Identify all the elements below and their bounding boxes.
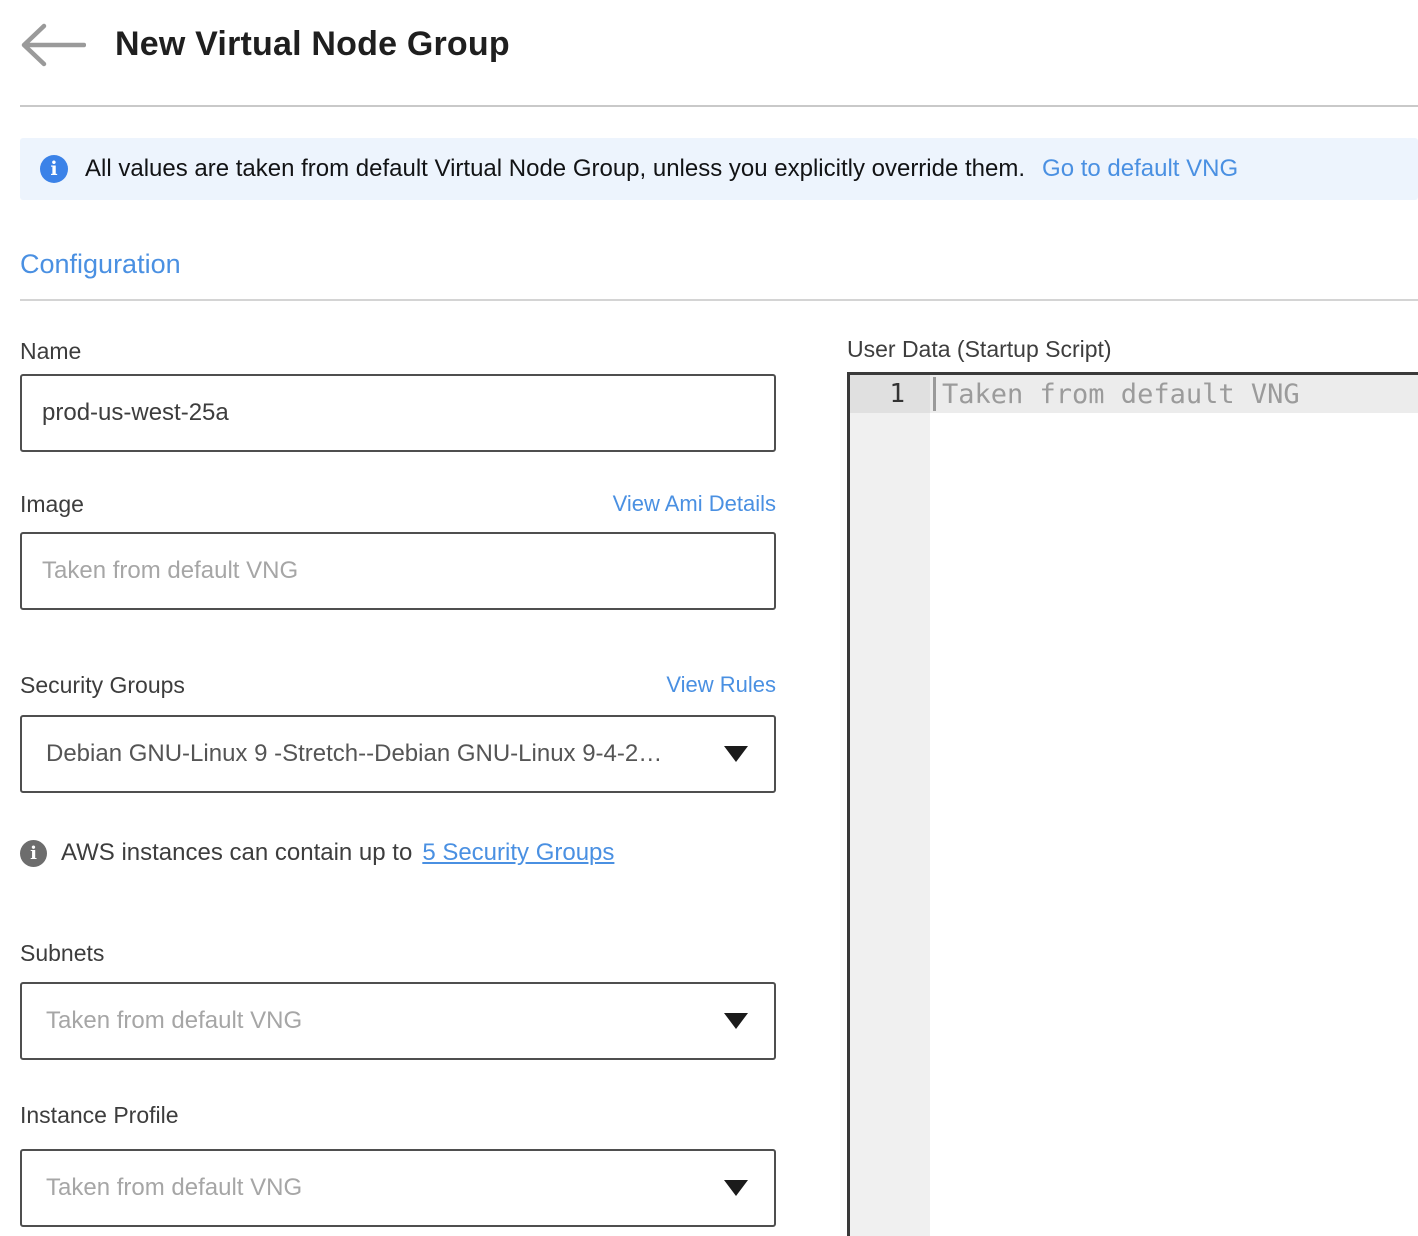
five-security-groups-link[interactable]: 5 Security Groups: [422, 839, 614, 867]
editor-active-line: Taken from default VNG: [930, 375, 1418, 413]
subnets-label: Subnets: [20, 939, 104, 967]
subnets-placeholder: Taken from default VNG: [46, 1007, 302, 1035]
info-circle-icon: i: [20, 840, 47, 867]
instance-profile-label: Instance Profile: [20, 1101, 179, 1129]
text-cursor: [933, 377, 936, 411]
security-groups-dropdown[interactable]: Debian GNU-Linux 9 -Stretch--Debian GNU-…: [20, 715, 776, 793]
image-label: Image: [20, 490, 84, 518]
user-data-code-area[interactable]: Taken from default VNG: [930, 375, 1418, 1236]
caret-down-icon: [724, 746, 748, 762]
form-right-column: User Data (Startup Script) 1 Taken from …: [847, 301, 1418, 1236]
header-divider: [20, 105, 1418, 107]
page-container: New Virtual Node Group i All values are …: [20, 0, 1418, 1236]
instance-profile-placeholder: Taken from default VNG: [46, 1174, 302, 1202]
user-data-editor: 1 Taken from default VNG: [847, 372, 1418, 1236]
info-banner: i All values are taken from default Virt…: [20, 138, 1418, 200]
view-ami-details-link[interactable]: View Ami Details: [613, 490, 776, 518]
section-title-configuration: Configuration: [20, 247, 1418, 281]
image-input[interactable]: [20, 532, 776, 610]
page-header: New Virtual Node Group: [20, 0, 1418, 105]
form-left-column: Name Image View Ami Details Security Gro…: [20, 301, 776, 1227]
page-title: New Virtual Node Group: [115, 23, 510, 65]
user-data-label: User Data (Startup Script): [847, 335, 1112, 363]
user-data-placeholder: Taken from default VNG: [942, 379, 1300, 410]
info-circle-icon: i: [40, 155, 68, 183]
editor-line-number-gutter: 1: [850, 375, 930, 1236]
name-label: Name: [20, 337, 81, 365]
name-input[interactable]: [20, 374, 776, 452]
banner-message: All values are taken from default Virtua…: [85, 155, 1025, 183]
caret-down-icon: [724, 1013, 748, 1029]
instance-profile-dropdown[interactable]: Taken from default VNG: [20, 1149, 776, 1227]
arrow-left-icon: [20, 55, 86, 70]
go-to-default-vng-link[interactable]: Go to default VNG: [1042, 155, 1238, 183]
security-groups-label: Security Groups: [20, 671, 185, 699]
editor-line-number: 1: [850, 375, 930, 413]
security-groups-note: i AWS instances can contain up to 5 Secu…: [20, 839, 776, 867]
security-note-text: AWS instances can contain up to: [61, 839, 412, 867]
form-columns: Name Image View Ami Details Security Gro…: [20, 301, 1418, 1236]
caret-down-icon: [724, 1180, 748, 1196]
back-button[interactable]: [20, 23, 86, 67]
view-rules-link[interactable]: View Rules: [666, 671, 776, 699]
subnets-dropdown[interactable]: Taken from default VNG: [20, 982, 776, 1060]
security-groups-selected-value: Debian GNU-Linux 9 -Stretch--Debian GNU-…: [46, 740, 662, 768]
